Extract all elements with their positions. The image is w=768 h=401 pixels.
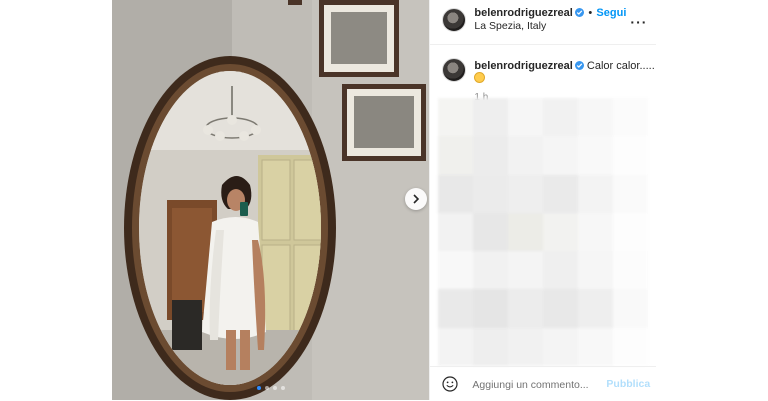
more-options-icon[interactable]: ··· (630, 14, 647, 30)
emoji-icon[interactable] (442, 376, 459, 392)
header-username[interactable]: belenrodriguezreal (474, 7, 584, 19)
caption-username[interactable]: belenrodriguezreal (474, 60, 572, 72)
post-media[interactable] (112, 0, 430, 400)
comment-bar: Pubblica (430, 366, 657, 401)
blurred-comments-area (438, 98, 649, 366)
carousel-dot (281, 386, 285, 390)
caption: belenrodriguezreal Calor calor..... (474, 60, 654, 72)
post-side-panel: belenrodriguezreal • Segui La Spezia, It… (429, 0, 657, 401)
next-arrow-icon (413, 194, 420, 204)
follow-separator: • (588, 7, 593, 19)
verified-badge-icon (574, 61, 584, 70)
carousel-dot-active (257, 386, 261, 390)
verified-badge-icon (574, 8, 584, 17)
caption-avatar[interactable] (442, 58, 467, 82)
instagram-post: belenrodriguezreal • Segui La Spezia, It… (112, 0, 657, 401)
caption-text: Calor calor..... (586, 60, 655, 72)
comment-input[interactable] (472, 378, 593, 392)
carousel-indicator (112, 386, 429, 390)
publish-button[interactable]: Pubblica (606, 378, 650, 390)
carousel-dot (273, 386, 277, 390)
follow-button[interactable]: Segui (596, 7, 626, 19)
post-header: belenrodriguezreal • Segui La Spezia, It… (430, 0, 657, 45)
avatar[interactable] (442, 8, 467, 32)
mirror-selfie-photo (112, 0, 430, 400)
smiling-face-emoji (474, 72, 486, 83)
location-link[interactable]: La Spezia, Italy (474, 20, 546, 32)
next-slide-button[interactable] (405, 188, 427, 210)
carousel-dot (265, 386, 269, 390)
